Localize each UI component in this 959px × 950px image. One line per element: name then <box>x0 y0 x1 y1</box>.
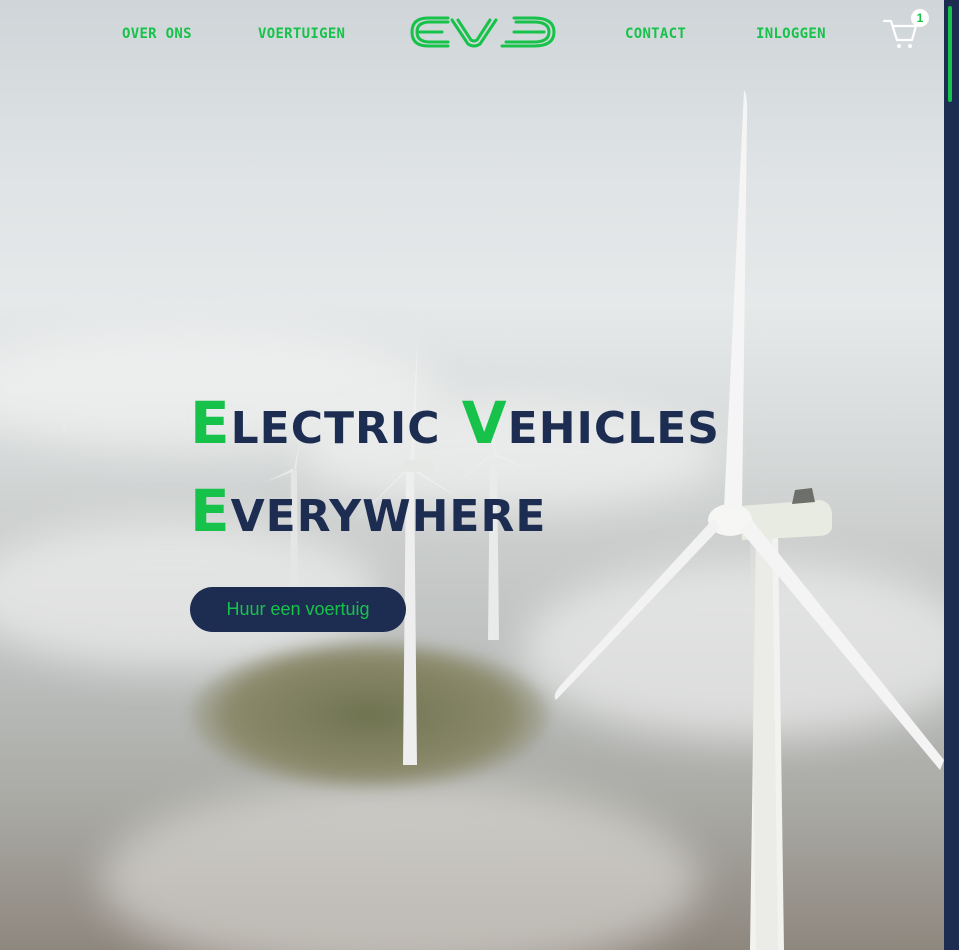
headline-word-rest: EHICLES <box>507 403 720 454</box>
nav-link-contact[interactable]: Contact <box>625 26 686 42</box>
headline-initial: E <box>190 477 231 545</box>
nav-link-over-ons[interactable]: Over ons <box>122 26 192 42</box>
scrollbar-track[interactable] <box>944 0 959 950</box>
nav-link-inloggen[interactable]: Inloggen <box>756 26 826 42</box>
headline-word-rest: LECTRIC <box>230 403 441 454</box>
nav-link-voertuigen[interactable]: Voertuigen <box>258 26 345 42</box>
scrollbar-thumb[interactable] <box>948 6 952 102</box>
top-navigation: Over ons Voertuigen Contact Inloggen 1 <box>0 0 944 70</box>
headline-word-rest: VERYWHERE <box>230 491 547 542</box>
cart-count-badge: 1 <box>911 9 929 27</box>
headline-initial: E <box>190 389 231 457</box>
eve-logo[interactable] <box>408 12 558 52</box>
rent-vehicle-button[interactable]: Huur een voertuig <box>190 587 406 632</box>
headline-initial: V <box>461 389 508 457</box>
hero-headline: ELECTRIC VEHICLES EVERYWHERE <box>190 382 720 558</box>
